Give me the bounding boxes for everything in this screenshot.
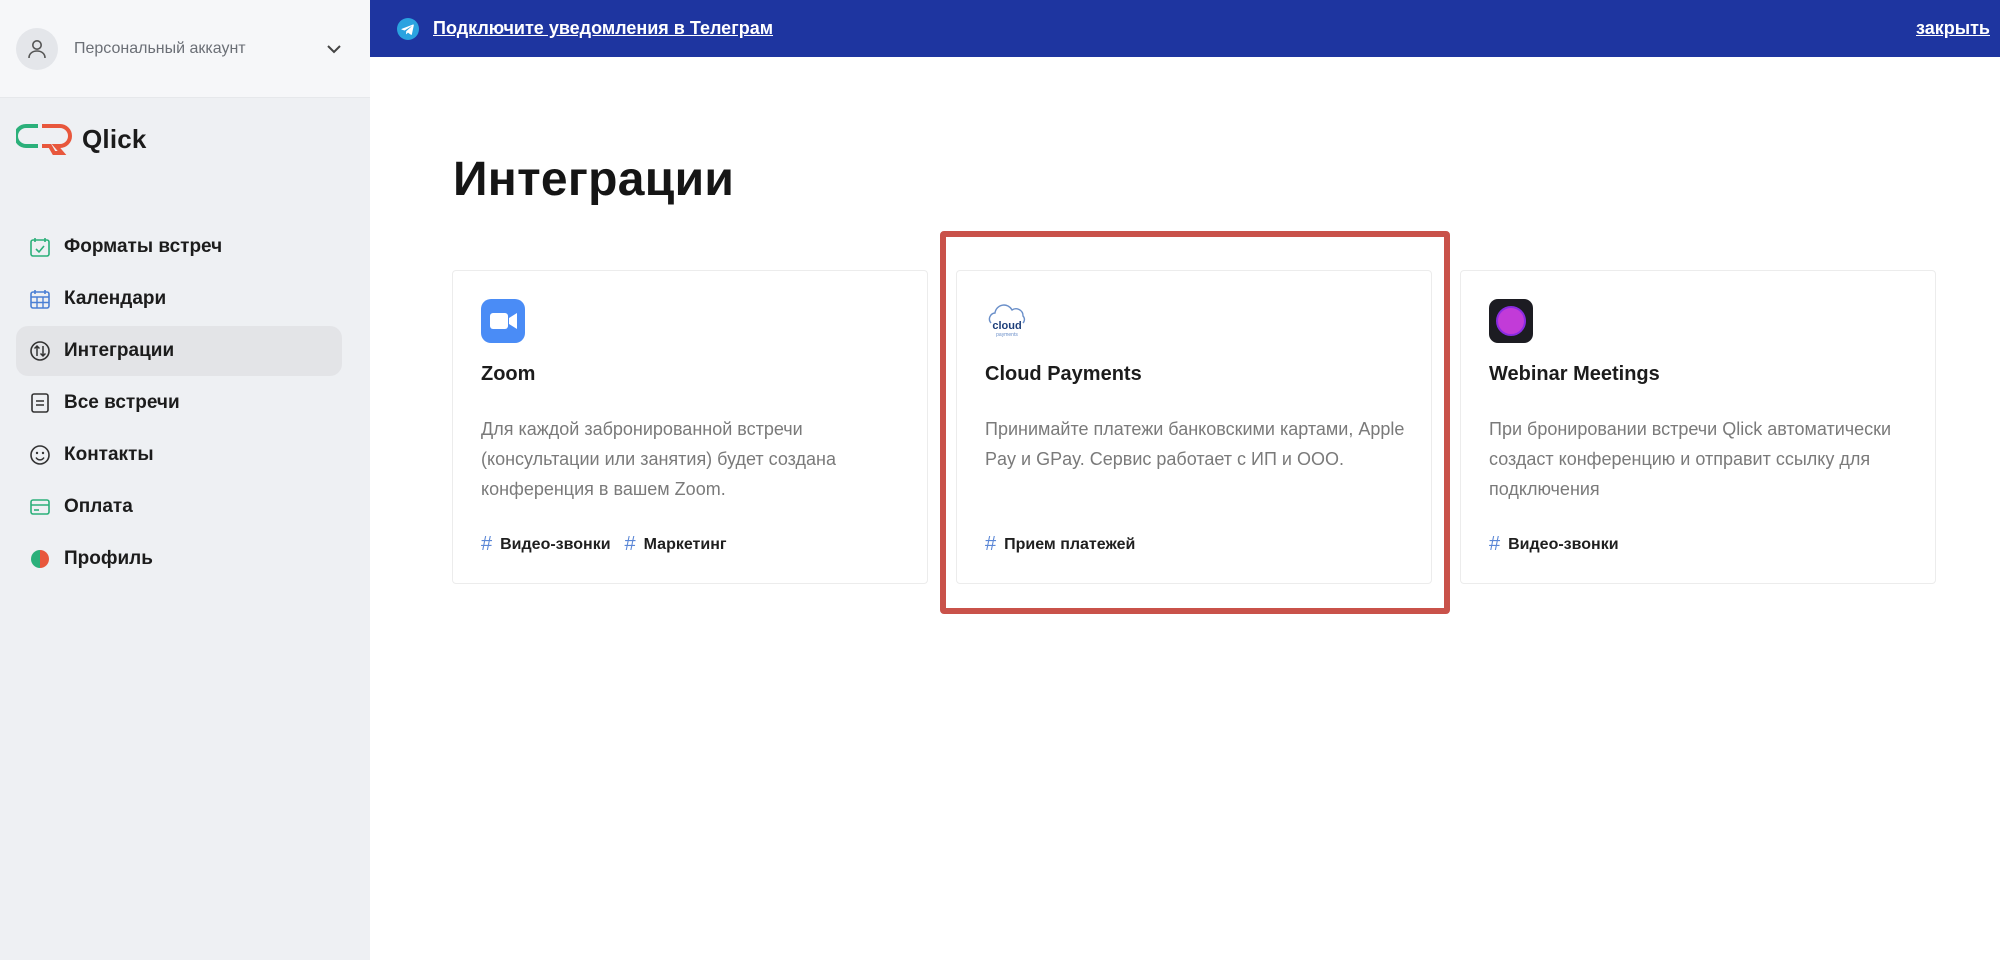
telegram-connect-link[interactable]: Подключите уведомления в Телеграм [433,18,773,39]
calendar-check-icon [28,235,52,259]
sidebar-item-all-meetings[interactable]: Все встречи [16,378,342,428]
hash-icon: # [1489,533,1501,555]
card-description: Принимайте платежи банковскими картами, … [985,419,1405,469]
tag[interactable]: # Маркетинг [625,533,727,556]
card-tags: # Прием платежей [985,533,1149,556]
list-icon [28,391,52,415]
telegram-icon [397,17,419,40]
account-switcher[interactable]: Персональный аккаунт [0,0,370,98]
integration-card-webinar-meetings[interactable]: Webinar Meetings При бронировании встреч… [1460,270,1936,584]
sidebar-item-payment[interactable]: Оплата [16,482,342,532]
profile-dot-icon [28,547,52,571]
sidebar-item-label: Оплата [64,496,133,517]
tag-label: Видео-звонки [500,535,611,553]
integration-card-cloud-payments[interactable]: cloud payments Cloud Payments Принимайте… [956,270,1432,584]
sidebar-item-label: Все встречи [64,392,180,413]
card-description: Для каждой забронированной встречи (конс… [481,419,836,499]
calendar-grid-icon [28,287,52,311]
hash-icon: # [624,533,636,555]
account-name: Персональный аккаунт [74,39,246,57]
telegram-banner: Подключите уведомления в Телеграм закрыт… [370,0,2000,57]
webinar-icon [1489,299,1533,343]
sidebar-item-integrations[interactable]: Интеграции [16,326,342,376]
cloud-payments-icon-text: cloud [992,320,1021,332]
zoom-icon [481,299,525,343]
card-description: При бронировании встречи Qlick автоматич… [1489,419,1892,499]
qlick-logo[interactable]: Qlick [16,122,147,156]
banner-close-link[interactable]: закрыть [1916,18,1990,39]
card-title: Webinar Meetings [1489,363,1660,385]
page-title: Интеграции [453,153,735,206]
logo-text: Qlick [82,123,147,154]
sidebar: Персональный аккаунт Qlick Форматы встре… [0,0,370,960]
card-icon [28,495,52,519]
tag[interactable]: # Видео-звонки [1489,533,1619,556]
integrations-icon [28,339,52,363]
tag-label: Прием платежей [1004,535,1136,553]
tag[interactable]: # Видео-звонки [481,533,611,556]
card-tags: # Видео-звонки [1489,533,1633,556]
sidebar-item-profile[interactable]: Профиль [16,534,342,584]
sidebar-item-label: Форматы встреч [64,236,223,257]
sidebar-item-label: Календари [64,288,167,309]
sidebar-item-calendars[interactable]: Календари [16,274,342,324]
hash-icon: # [985,533,997,555]
card-title: Zoom [481,363,536,385]
cloud-payments-icon-subtext: payments [996,332,1018,338]
smiley-icon [28,443,52,467]
integration-card-zoom[interactable]: Zoom Для каждой забронированной встречи … [452,270,928,584]
cloud-payments-icon: cloud payments [985,299,1029,343]
tag-label: Маркетинг [643,535,727,553]
sidebar-item-label: Контакты [64,444,154,465]
sidebar-item-label: Профиль [64,548,153,569]
sidebar-item-contacts[interactable]: Контакты [16,430,342,480]
qlick-logo-icon [16,124,72,155]
sidebar-nav: Форматы встреч Календари Интеграции Все … [16,222,342,586]
user-avatar-icon [16,27,58,70]
sidebar-item-label: Интеграции [64,340,175,361]
tag[interactable]: # Прием платежей [985,533,1135,556]
chevron-down-icon[interactable] [322,37,346,61]
sidebar-item-meeting-formats[interactable]: Форматы встреч [16,222,342,272]
card-title: Cloud Payments [985,363,1142,385]
tag-label: Видео-звонки [1508,535,1619,553]
card-tags: # Видео-звонки # Маркетинг [481,533,741,556]
hash-icon: # [481,533,493,555]
